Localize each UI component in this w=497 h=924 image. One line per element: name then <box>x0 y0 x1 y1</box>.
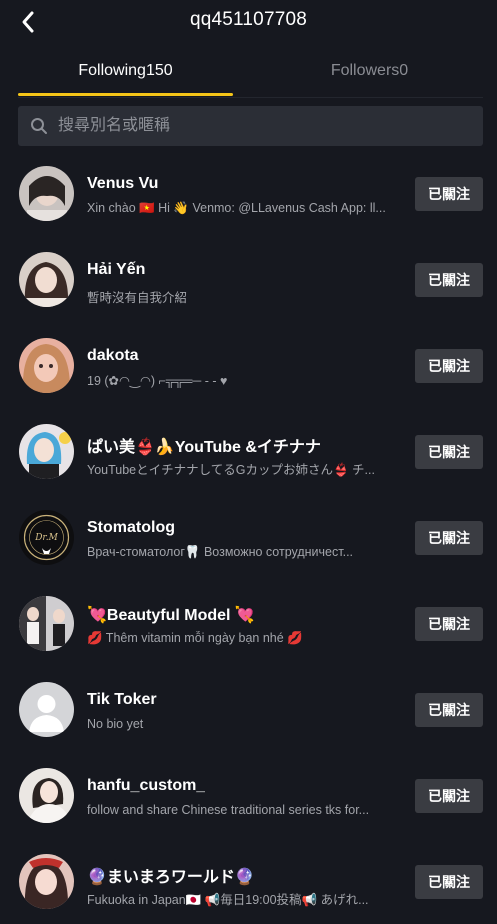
tab-following[interactable]: Following150 <box>18 62 233 80</box>
default-avatar-icon <box>19 682 74 737</box>
user-name: hanfu_custom_ <box>87 777 206 794</box>
user-name: Tik Toker <box>87 691 157 708</box>
user-bio: 暫時沒有自我介紹 <box>87 291 188 305</box>
page-title: qq451107708 <box>189 9 308 30</box>
user-bio: Xin chào 🇻🇳 Hi 👋 Venmo: @LLavenus Cash A… <box>87 201 386 215</box>
user-name: Stomatolog <box>87 519 175 536</box>
following-button[interactable]: 已關注 <box>415 435 483 469</box>
following-button[interactable]: 已關注 <box>415 263 483 297</box>
following-button[interactable]: 已關注 <box>415 177 483 211</box>
user-name: dakota <box>87 347 139 364</box>
user-bio: Врач-стоматолог🦷 Возможно сотрудничест..… <box>87 545 354 559</box>
user-name: Venus Vu <box>87 175 159 192</box>
user-name: Hải Yến <box>87 261 146 278</box>
avatar[interactable] <box>19 854 74 909</box>
following-button[interactable]: 已關注 <box>415 693 483 727</box>
list-item[interactable]: 💘Beautyful Model 💘 💋 Thêm vitamin mỗi ng… <box>0 580 497 666</box>
following-button[interactable]: 已關注 <box>415 779 483 813</box>
following-button[interactable]: 已關注 <box>415 521 483 555</box>
user-name: 🔮まいまろワールド🔮 <box>87 869 255 886</box>
list-item[interactable]: Venus Vu Xin chào 🇻🇳 Hi 👋 Venmo: @LLaven… <box>0 150 497 236</box>
top-bar: qq451107708 <box>0 0 497 44</box>
list-item[interactable]: ぱい美👙🍌YouTube &イチナナ YouTubeとイチナナしてるGカップお姉… <box>0 408 497 494</box>
avatar[interactable] <box>19 338 74 393</box>
user-bio: follow and share Chinese traditional ser… <box>87 803 370 817</box>
user-name: 💘Beautyful Model 💘 <box>87 607 255 624</box>
search-icon <box>31 118 47 134</box>
list-item[interactable]: dakota 19 (✿◠‿◠) ⌐╦╦═─ - - ♥ 已關注 <box>0 322 497 408</box>
user-name: ぱい美👙🍌YouTube &イチナナ <box>87 439 321 456</box>
avatar[interactable] <box>19 768 74 823</box>
user-bio: No bio yet <box>87 717 144 731</box>
avatar[interactable]: Dr.M <box>19 510 74 565</box>
tab-followers[interactable]: Followers0 <box>262 62 477 80</box>
tab-bar: Following150 Followers0 <box>0 50 497 98</box>
search-input[interactable] <box>56 116 483 136</box>
list-item[interactable]: Tik Toker No bio yet 已關注 <box>0 666 497 752</box>
svg-text:Dr.M: Dr.M <box>34 533 58 543</box>
avatar[interactable] <box>19 166 74 221</box>
user-bio: 19 (✿◠‿◠) ⌐╦╦═─ - - ♥ <box>87 374 228 388</box>
list-item[interactable]: Hải Yến 暫時沒有自我介紹 已關注 <box>0 236 497 322</box>
following-button[interactable]: 已關注 <box>415 865 483 899</box>
avatar[interactable] <box>19 682 74 737</box>
list-item[interactable]: hanfu_custom_ follow and share Chinese t… <box>0 752 497 838</box>
tab-divider <box>18 97 483 98</box>
avatar[interactable] <box>19 252 74 307</box>
following-button[interactable]: 已關注 <box>415 607 483 641</box>
list-item[interactable]: Dr.M Stomatolog Врач-стоматолог🦷 Возможн… <box>0 494 497 580</box>
list-item[interactable]: 🔮まいまろワールド🔮 Fukuoka in Japan🇯🇵 📢毎日19:00投稿… <box>0 838 497 924</box>
avatar[interactable] <box>19 424 74 479</box>
following-button[interactable]: 已關注 <box>415 349 483 383</box>
user-bio: Fukuoka in Japan🇯🇵 📢毎日19:00投稿📢 あげれ... <box>87 893 369 907</box>
user-bio: 💋 Thêm vitamin mỗi ngày bạn nhé 💋 <box>87 631 303 645</box>
search-bar[interactable] <box>18 106 483 146</box>
avatar[interactable] <box>19 596 74 651</box>
user-bio: YouTubeとイチナナしてるGカップお姉さん👙 チ... <box>87 463 375 477</box>
active-tab-indicator <box>18 93 233 96</box>
